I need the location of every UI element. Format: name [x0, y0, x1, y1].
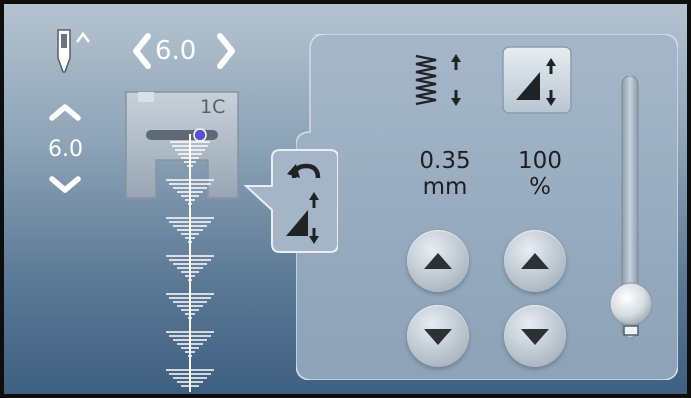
triangle-down-icon	[424, 329, 452, 345]
sewing-screen: 6.0 6.0 1C 0.35 mm 100 %	[0, 0, 691, 398]
length-increase-button[interactable]	[504, 230, 566, 292]
triangle-down-icon	[521, 329, 549, 345]
triangle-up-icon	[521, 253, 549, 269]
stitch-width-value: 6.0	[155, 36, 197, 66]
density-unit: mm	[422, 174, 468, 200]
stitch-density-icon	[414, 50, 470, 108]
needle-up-icon[interactable]	[52, 28, 92, 74]
density-value: 0.35 mm	[405, 148, 485, 200]
chevron-down-icon[interactable]	[47, 175, 83, 195]
density-number: 0.35	[419, 148, 471, 174]
pattern-length-button[interactable]	[502, 46, 572, 114]
density-increase-button[interactable]	[407, 230, 469, 292]
length-decrease-button[interactable]	[504, 305, 566, 367]
needle-position-value: 6.0	[48, 137, 83, 162]
length-value: 100 %	[500, 148, 580, 200]
width-increase-button[interactable]	[210, 32, 236, 70]
balance-reset-button[interactable]	[242, 148, 339, 254]
stitch-preview	[154, 124, 226, 394]
presser-foot-code: 1C	[200, 96, 226, 118]
length-number: 100	[518, 148, 562, 174]
chevron-up-icon[interactable]	[47, 102, 83, 122]
density-decrease-button[interactable]	[407, 305, 469, 367]
slider-handle[interactable]	[607, 282, 655, 340]
length-unit: %	[529, 174, 551, 200]
triangle-up-icon	[424, 253, 452, 269]
